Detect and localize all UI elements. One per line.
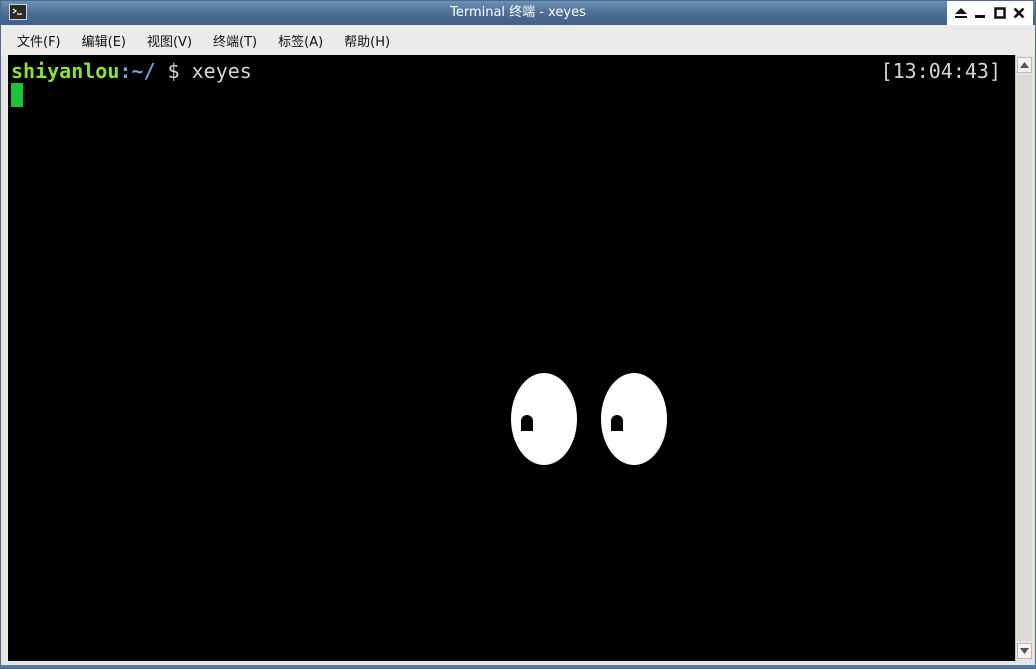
maximize-icon[interactable] bbox=[991, 4, 1009, 22]
left-eye bbox=[511, 373, 577, 465]
menu-view[interactable]: 视图(V) bbox=[143, 29, 196, 52]
clock-readout: [13:04:43] bbox=[880, 59, 1001, 83]
menu-bar: 文件(F) 编辑(E) 视图(V) 终端(T) 标签(A) 帮助(H) bbox=[1, 25, 1035, 55]
right-eye bbox=[601, 373, 667, 465]
menu-help[interactable]: 帮助(H) bbox=[340, 29, 394, 52]
terminal-area[interactable]: shiyanlou:~/ $ xeyes [13:04:43] bbox=[8, 55, 1015, 661]
prompt-path: ~/ bbox=[131, 59, 156, 83]
prompt-symbol: $ bbox=[155, 59, 192, 83]
terminal-window: Terminal 终端 - xeyes 文件(F) 编辑(E) 视图(V) 终端… bbox=[0, 0, 1036, 669]
scroll-up-arrow-icon[interactable] bbox=[1017, 57, 1032, 73]
scroll-down-arrow-icon[interactable] bbox=[1017, 643, 1032, 659]
xeyes-window[interactable] bbox=[511, 373, 669, 467]
command-text: xeyes bbox=[191, 59, 252, 83]
menu-terminal[interactable]: 终端(T) bbox=[209, 29, 261, 52]
prompt-separator: : bbox=[119, 59, 132, 83]
window-controls bbox=[947, 1, 1033, 25]
close-icon[interactable] bbox=[1010, 4, 1028, 22]
left-pupil bbox=[521, 415, 533, 431]
text-cursor bbox=[11, 83, 23, 107]
title-bar[interactable]: Terminal 终端 - xeyes bbox=[1, 1, 1035, 25]
window-title: Terminal 终端 - xeyes bbox=[450, 5, 586, 20]
shade-icon[interactable] bbox=[952, 4, 970, 22]
minimize-icon[interactable] bbox=[971, 4, 989, 22]
menu-file[interactable]: 文件(F) bbox=[13, 29, 65, 52]
vertical-scrollbar[interactable] bbox=[1015, 55, 1033, 661]
prompt-user: shiyanlou bbox=[11, 59, 120, 83]
menu-tabs[interactable]: 标签(A) bbox=[274, 29, 327, 52]
prompt-line: shiyanlou:~/ $ xeyes bbox=[11, 59, 252, 83]
menu-edit[interactable]: 编辑(E) bbox=[78, 29, 130, 52]
right-pupil bbox=[611, 415, 623, 431]
scroll-trough[interactable] bbox=[1017, 75, 1032, 641]
taskbar-edge bbox=[1, 665, 1035, 668]
